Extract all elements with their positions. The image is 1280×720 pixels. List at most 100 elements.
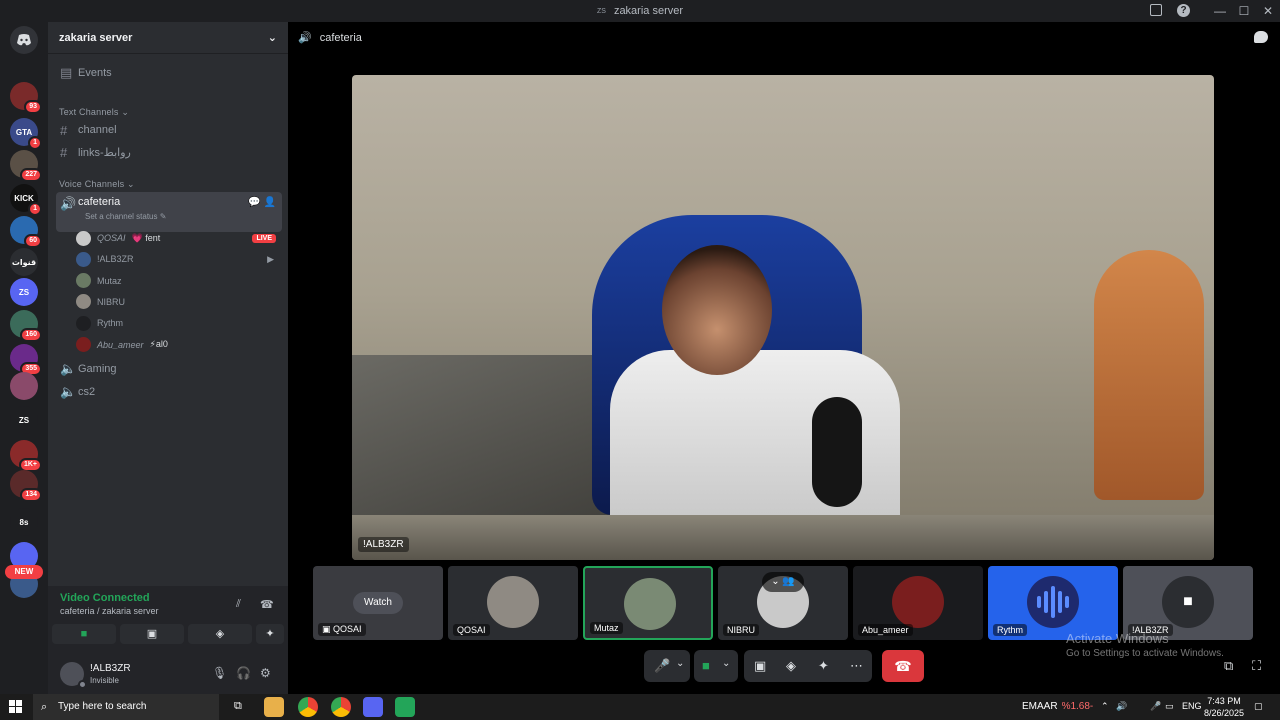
server-icon[interactable]: 227 [10, 150, 42, 182]
server-icon[interactable]: 8s [10, 508, 38, 536]
chrome-icon[interactable] [298, 697, 318, 717]
network-icon[interactable]: ▭ [1165, 701, 1174, 712]
minimize-button[interactable]: — [1208, 4, 1232, 18]
person-head [662, 245, 772, 375]
soundboard-icon[interactable]: ✦ [818, 658, 829, 674]
mic-toggle-icon[interactable]: 🎤 [654, 658, 670, 674]
screen-share-icon[interactable]: ▣ [754, 658, 766, 674]
server-label: GTA [15, 127, 33, 137]
server-icon[interactable]: ZS [10, 406, 38, 434]
server-icon[interactable]: 93 [10, 82, 42, 114]
tile-abu-ameer[interactable]: Abu_ameer [853, 566, 983, 640]
notification-icon[interactable]: ▢ [1254, 701, 1263, 712]
tile-controls[interactable]: ⌄ 👥 [762, 572, 804, 592]
call-channel-name: cafeteria [319, 31, 362, 44]
mic-options-chevron-icon[interactable]: ⌄ [676, 658, 684, 669]
fullscreen-icon[interactable]: ⛶ [1252, 658, 1261, 674]
camera-toggle-icon[interactable]: ■ [702, 658, 710, 673]
voice-location[interactable]: cafeteria / zakaria server [60, 606, 159, 616]
camera-options-chevron-icon[interactable]: ⌄ [722, 658, 730, 669]
channel-status[interactable]: Set a channel status ✎ [85, 212, 166, 221]
disconnect-icon[interactable]: ☎ [260, 598, 274, 611]
mention-badge: 134 [20, 488, 42, 502]
server-icon[interactable]: 160 [10, 310, 42, 342]
video-connected-status[interactable]: Video Connected [60, 592, 150, 604]
voice-member[interactable]: !ALB3ZR ▶ [76, 249, 280, 269]
avatar [76, 273, 91, 289]
guild-header[interactable]: zakaria server ⌄ [48, 22, 288, 54]
channel-label: links-روابط [78, 146, 131, 159]
disconnect-call-button[interactable]: ☎ [882, 650, 924, 682]
help-icon[interactable]: ? [1177, 4, 1190, 17]
voice-member[interactable]: Rythm [76, 313, 280, 333]
activities-icon[interactable]: ◈ [786, 658, 796, 674]
close-button[interactable]: ✕ [1256, 4, 1280, 18]
server-icon[interactable]: GTA 1 [10, 118, 42, 150]
tile-nibru[interactable]: ⌄ 👥 NIBRU [718, 566, 848, 640]
avatar [624, 578, 676, 630]
avatar [487, 576, 539, 628]
server-icon[interactable]: 1K+ [10, 440, 42, 472]
voice-channel-gaming[interactable]: 🔈 Gaming [56, 358, 282, 380]
server-icon[interactable]: 60 [10, 216, 42, 248]
camera-button[interactable]: ■ [52, 624, 116, 644]
search-placeholder: Type here to search [58, 701, 147, 712]
voice-member[interactable]: Abu_ameer ⚡al0 [76, 335, 280, 355]
taskbar-search[interactable]: ⌕ Type here to search [33, 694, 219, 720]
watch-button[interactable]: Watch [353, 592, 403, 614]
microphone-tray-icon[interactable]: 🎤 [1150, 701, 1161, 712]
desk [352, 515, 1214, 560]
voice-member[interactable]: Mutaz [76, 271, 280, 291]
headphones-icon[interactable]: 🎧 [236, 666, 251, 680]
tile-rythm[interactable]: Rythm [988, 566, 1118, 640]
app-taskbar-icon[interactable] [395, 697, 415, 717]
soundboard-button[interactable]: ✦ [256, 624, 284, 644]
text-channels-category[interactable]: Text Channels ⌄ [59, 107, 129, 118]
server-icon[interactable]: KICK 1 [10, 184, 42, 216]
voice-channels-category[interactable]: Voice Channels ⌄ [59, 179, 135, 190]
tile-qosai-stream[interactable]: Watch ▣ QOSAI [313, 566, 443, 640]
user-panel: !ALB3ZR Invisible 🎙 🎧 ⚙ [48, 654, 288, 694]
voice-channel-label: Gaming [78, 363, 117, 375]
settings-gear-icon[interactable]: ⚙ [260, 666, 271, 680]
tray-chevron-up-icon[interactable]: ⌃ [1101, 701, 1109, 712]
mic-icon[interactable]: 🎙 [212, 666, 227, 680]
task-view-icon[interactable]: ⧉ [234, 700, 242, 713]
server-icon[interactable]: ZS [10, 278, 38, 306]
activities-button[interactable]: ◈ [188, 624, 252, 644]
server-icon[interactable] [10, 372, 38, 400]
tile-mutaz[interactable]: Mutaz [583, 566, 713, 640]
channel-item-channel[interactable]: # channel [56, 119, 282, 141]
file-explorer-icon[interactable] [264, 697, 284, 717]
server-icon[interactable]: 134 [10, 470, 42, 502]
events-item[interactable]: ▤ Events [56, 62, 282, 84]
channel-item-links[interactable]: # links-روابط [56, 141, 282, 163]
taskbar-clock[interactable]: 7:43 PM 8/26/2025 [1204, 695, 1244, 719]
tile-alb3zr[interactable]: ■ !ALB3ZR [1123, 566, 1253, 640]
hash-icon: # [60, 122, 68, 138]
chat-bubble-icon[interactable] [1254, 31, 1268, 43]
windows-start-icon[interactable] [9, 700, 22, 713]
screen-share-button[interactable]: ▣ [120, 624, 184, 644]
popout-icon[interactable]: ⧉ [1224, 658, 1233, 674]
volume-icon[interactable]: 🔊 [1116, 701, 1127, 712]
discord-taskbar-icon[interactable] [363, 697, 383, 717]
voice-channel-cs2[interactable]: 🔈 cs2 [56, 381, 282, 403]
voice-channel-cafeteria[interactable]: 🔊 cafeteria Set a channel status ✎ 💬 👤 [56, 192, 282, 232]
server-icon[interactable]: قنوات [10, 248, 38, 276]
chrome-icon-2[interactable] [331, 697, 351, 717]
maximize-button[interactable]: ☐ [1232, 4, 1256, 18]
language-indicator[interactable]: ENG [1182, 701, 1202, 711]
new-badge[interactable]: NEW [5, 565, 43, 579]
noise-suppression-icon[interactable]: ⫽ [236, 598, 241, 611]
inbox-icon[interactable] [1150, 4, 1162, 16]
stock-widget[interactable]: EMAAR %1.68- [1022, 701, 1093, 712]
voice-member[interactable]: NIBRU [76, 292, 280, 312]
more-options-icon[interactable]: ⋯ [850, 658, 863, 674]
discord-home-icon[interactable] [10, 26, 38, 54]
chat-invite-icons[interactable]: 💬 👤 [248, 197, 276, 208]
voice-member[interactable]: QOSAI 💗 fent LIVE [76, 228, 280, 248]
tile-qosai[interactable]: QOSAI [448, 566, 578, 640]
focused-video-stream[interactable]: !ALB3ZR [352, 75, 1214, 560]
server-icon[interactable]: 355 [10, 344, 42, 376]
